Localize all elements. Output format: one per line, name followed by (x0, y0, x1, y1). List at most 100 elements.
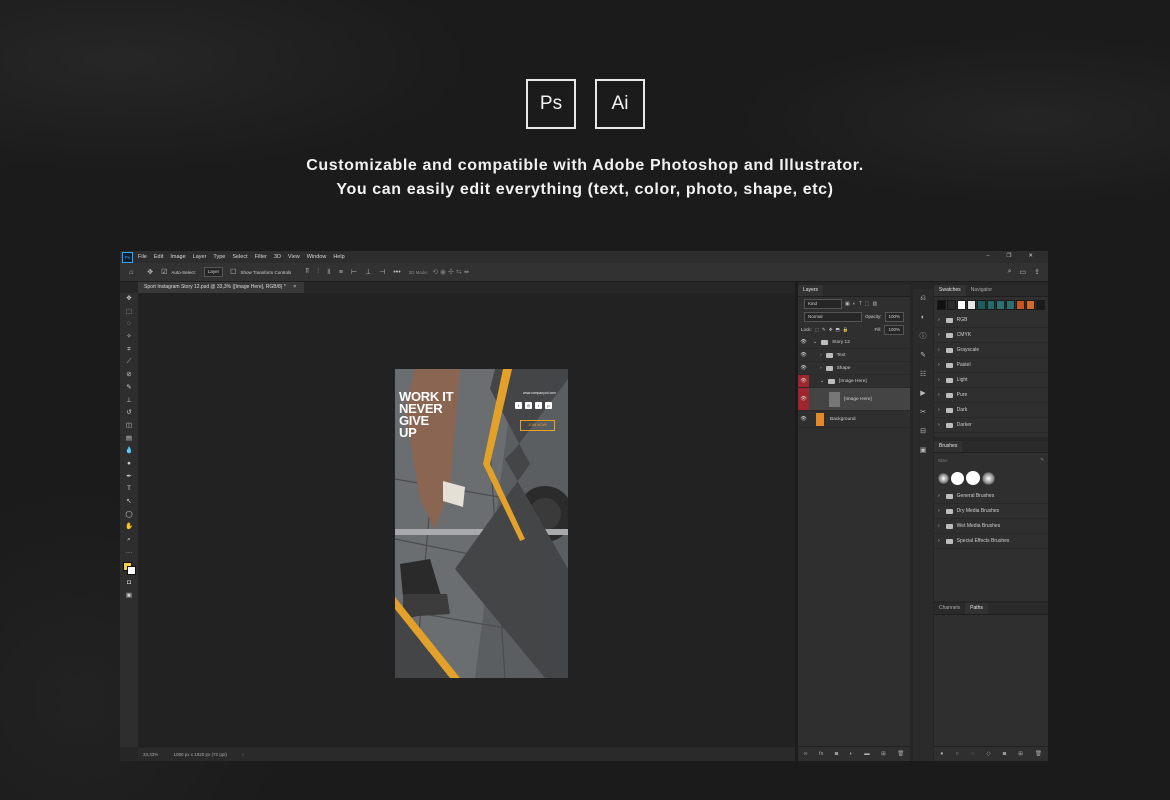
layer-kind-filter[interactable]: Kind (804, 298, 842, 309)
screen-mode-icon[interactable]: ▣ (120, 590, 138, 603)
collapse-icon[interactable]: › (820, 353, 822, 358)
shape-tool-icon[interactable]: ◯ (120, 509, 138, 522)
workspace-icon[interactable]: ▭ (1020, 268, 1027, 276)
fill-path-icon[interactable]: ● (940, 751, 943, 757)
swatch[interactable] (996, 300, 1006, 310)
menu-layer[interactable]: Layer (193, 254, 207, 260)
quick-mask-icon[interactable]: ◘ (120, 577, 138, 590)
swatch-group[interactable]: › RGB (934, 313, 1048, 328)
swatch[interactable] (966, 300, 976, 310)
make-path-icon[interactable]: ◇ (986, 751, 990, 757)
marquee-tool-icon[interactable]: ⬚ (120, 306, 138, 319)
brush-tip-soft[interactable] (938, 472, 949, 484)
filter-icons[interactable]: ▣◐T⬚▥ (845, 301, 880, 307)
swatch[interactable] (1006, 300, 1016, 310)
crop-tool-icon[interactable]: ⌗ (120, 344, 138, 357)
adjustments-icon[interactable]: ◐ (913, 308, 933, 327)
move-tool-icon[interactable]: ✥ (120, 293, 138, 306)
swatch[interactable] (976, 300, 986, 310)
brush-group[interactable]: › Special Effects Brushes (934, 534, 1048, 549)
swatch[interactable] (1036, 300, 1045, 310)
distribute-icon[interactable]: ≡ (339, 269, 343, 276)
pen-tool-icon[interactable]: ✒ (120, 471, 138, 484)
menu-file[interactable]: File (138, 254, 147, 260)
swatch[interactable] (946, 300, 956, 310)
menu-window[interactable]: Window (307, 254, 327, 260)
color-swatch-icon[interactable] (120, 559, 138, 577)
move-tool-icon[interactable]: ✥ (147, 268, 153, 276)
expand-icon[interactable]: ⌄ (820, 379, 824, 384)
align-left-icon[interactable]: ⊢ (351, 268, 357, 276)
type-tool-icon[interactable]: T (120, 483, 138, 496)
brush-group[interactable]: › Dry Media Brushes (934, 504, 1048, 519)
properties-icon[interactable]: ☷ (913, 365, 933, 384)
layer-row-selected[interactable]: 👁 [Image Here] (798, 388, 910, 411)
swatch[interactable] (1026, 300, 1036, 310)
menu-3d[interactable]: 3D (274, 254, 281, 260)
brush-settings-icon[interactable]: ✎ (913, 346, 933, 365)
path-select-icon[interactable]: ↖ (120, 496, 138, 509)
brush-tool-icon[interactable]: ✎ (120, 382, 138, 395)
new-layer-icon[interactable]: ⊞ (881, 751, 886, 757)
group-icon[interactable]: ▬ (864, 751, 870, 757)
menu-help[interactable]: Help (333, 254, 344, 260)
minimize-icon[interactable]: – (986, 253, 989, 259)
document-tab[interactable]: Sport Instagram Story 12.psd @ 33,3% ([I… (138, 282, 305, 293)
restore-icon[interactable]: ❐ (1006, 253, 1011, 259)
canvas-area[interactable]: WORK IT NEVER GIVE UP www.companyurl.com… (138, 293, 795, 747)
more-tools-icon[interactable]: ··· (120, 547, 138, 560)
menu-select[interactable]: Select (232, 254, 247, 260)
eye-icon[interactable]: 👁 (798, 339, 809, 345)
align-middle-icon[interactable]: ⫶ (317, 268, 319, 276)
align-top-icon[interactable]: ⫪ (305, 268, 309, 276)
brush-tip-soft-large[interactable] (982, 471, 995, 485)
swatch[interactable] (986, 300, 996, 310)
eraser-tool-icon[interactable]: ◫ (120, 420, 138, 433)
tab-channels[interactable]: Channels (934, 603, 965, 614)
gradient-tool-icon[interactable]: ▤ (120, 433, 138, 446)
zoom-level[interactable]: 33,33% (143, 752, 158, 757)
menu-type[interactable]: Type (213, 254, 225, 260)
fill-input[interactable]: 100% (884, 324, 904, 335)
swatch-group[interactable]: › Dark (934, 403, 1048, 418)
home-icon[interactable]: ⌂ (129, 269, 133, 276)
layer-row[interactable]: 👁 › Shape (798, 362, 910, 375)
link-icon[interactable]: ∞ (804, 751, 808, 757)
close-tab-icon[interactable]: × (293, 284, 296, 290)
ps-app-icon[interactable]: Ps (122, 251, 133, 263)
eye-icon[interactable]: 👁 (798, 416, 809, 422)
brush-group[interactable]: › Wet Media Brushes (934, 519, 1048, 534)
share-icon[interactable]: ⇪ (1034, 268, 1040, 276)
expand-icon[interactable]: ⌄ (813, 340, 817, 345)
menu-filter[interactable]: Filter (255, 254, 267, 260)
magic-wand-icon[interactable]: ✧ (120, 331, 138, 344)
brush-group[interactable]: › General Brushes (934, 489, 1048, 504)
3d-orbit-icon[interactable]: ⟲ ◉ ✣ ⇆ ⬌ (432, 268, 469, 276)
tools-icon[interactable]: ✂ (913, 403, 933, 422)
zoom-tool-icon[interactable]: ⌕ (120, 534, 138, 547)
tab-swatches[interactable]: Swatches (934, 285, 966, 296)
history-brush-icon[interactable]: ↺ (120, 407, 138, 420)
brush-options-icon[interactable]: ✎ (1040, 457, 1044, 463)
layer-row[interactable]: 👁 ⌄ Story 12 (798, 336, 910, 349)
eye-icon[interactable]: 👁 (798, 365, 809, 371)
libraries-icon[interactable]: ⊟ (913, 422, 933, 441)
stroke-path-icon[interactable]: ○ (956, 751, 959, 757)
collapse-icon[interactable]: › (820, 366, 822, 371)
swatch-group[interactable]: › Pure (934, 388, 1048, 403)
tab-layers[interactable]: Layers (798, 285, 824, 296)
menu-edit[interactable]: Edit (154, 254, 163, 260)
mask-icon[interactable]: ◙ (835, 751, 838, 757)
hand-tool-icon[interactable]: ✋ (120, 521, 138, 534)
brush-tip-hard-large[interactable] (966, 471, 980, 485)
eye-icon[interactable]: 👁 (798, 375, 809, 387)
tab-navigator[interactable]: Navigator (966, 285, 997, 296)
healing-brush-icon[interactable]: ⊘ (120, 369, 138, 382)
info-icon[interactable]: ⓘ (913, 327, 933, 346)
empty-checkbox-icon[interactable]: ☐ (230, 268, 236, 276)
layer-row[interactable]: 👁 Background (798, 411, 910, 428)
layer-row[interactable]: 👁 › Text (798, 349, 910, 362)
mask-icon[interactable]: ◙ (1003, 751, 1006, 757)
checkbox-icon[interactable]: ☑ (161, 268, 167, 276)
align-right-icon[interactable]: ⊣ (379, 268, 385, 276)
